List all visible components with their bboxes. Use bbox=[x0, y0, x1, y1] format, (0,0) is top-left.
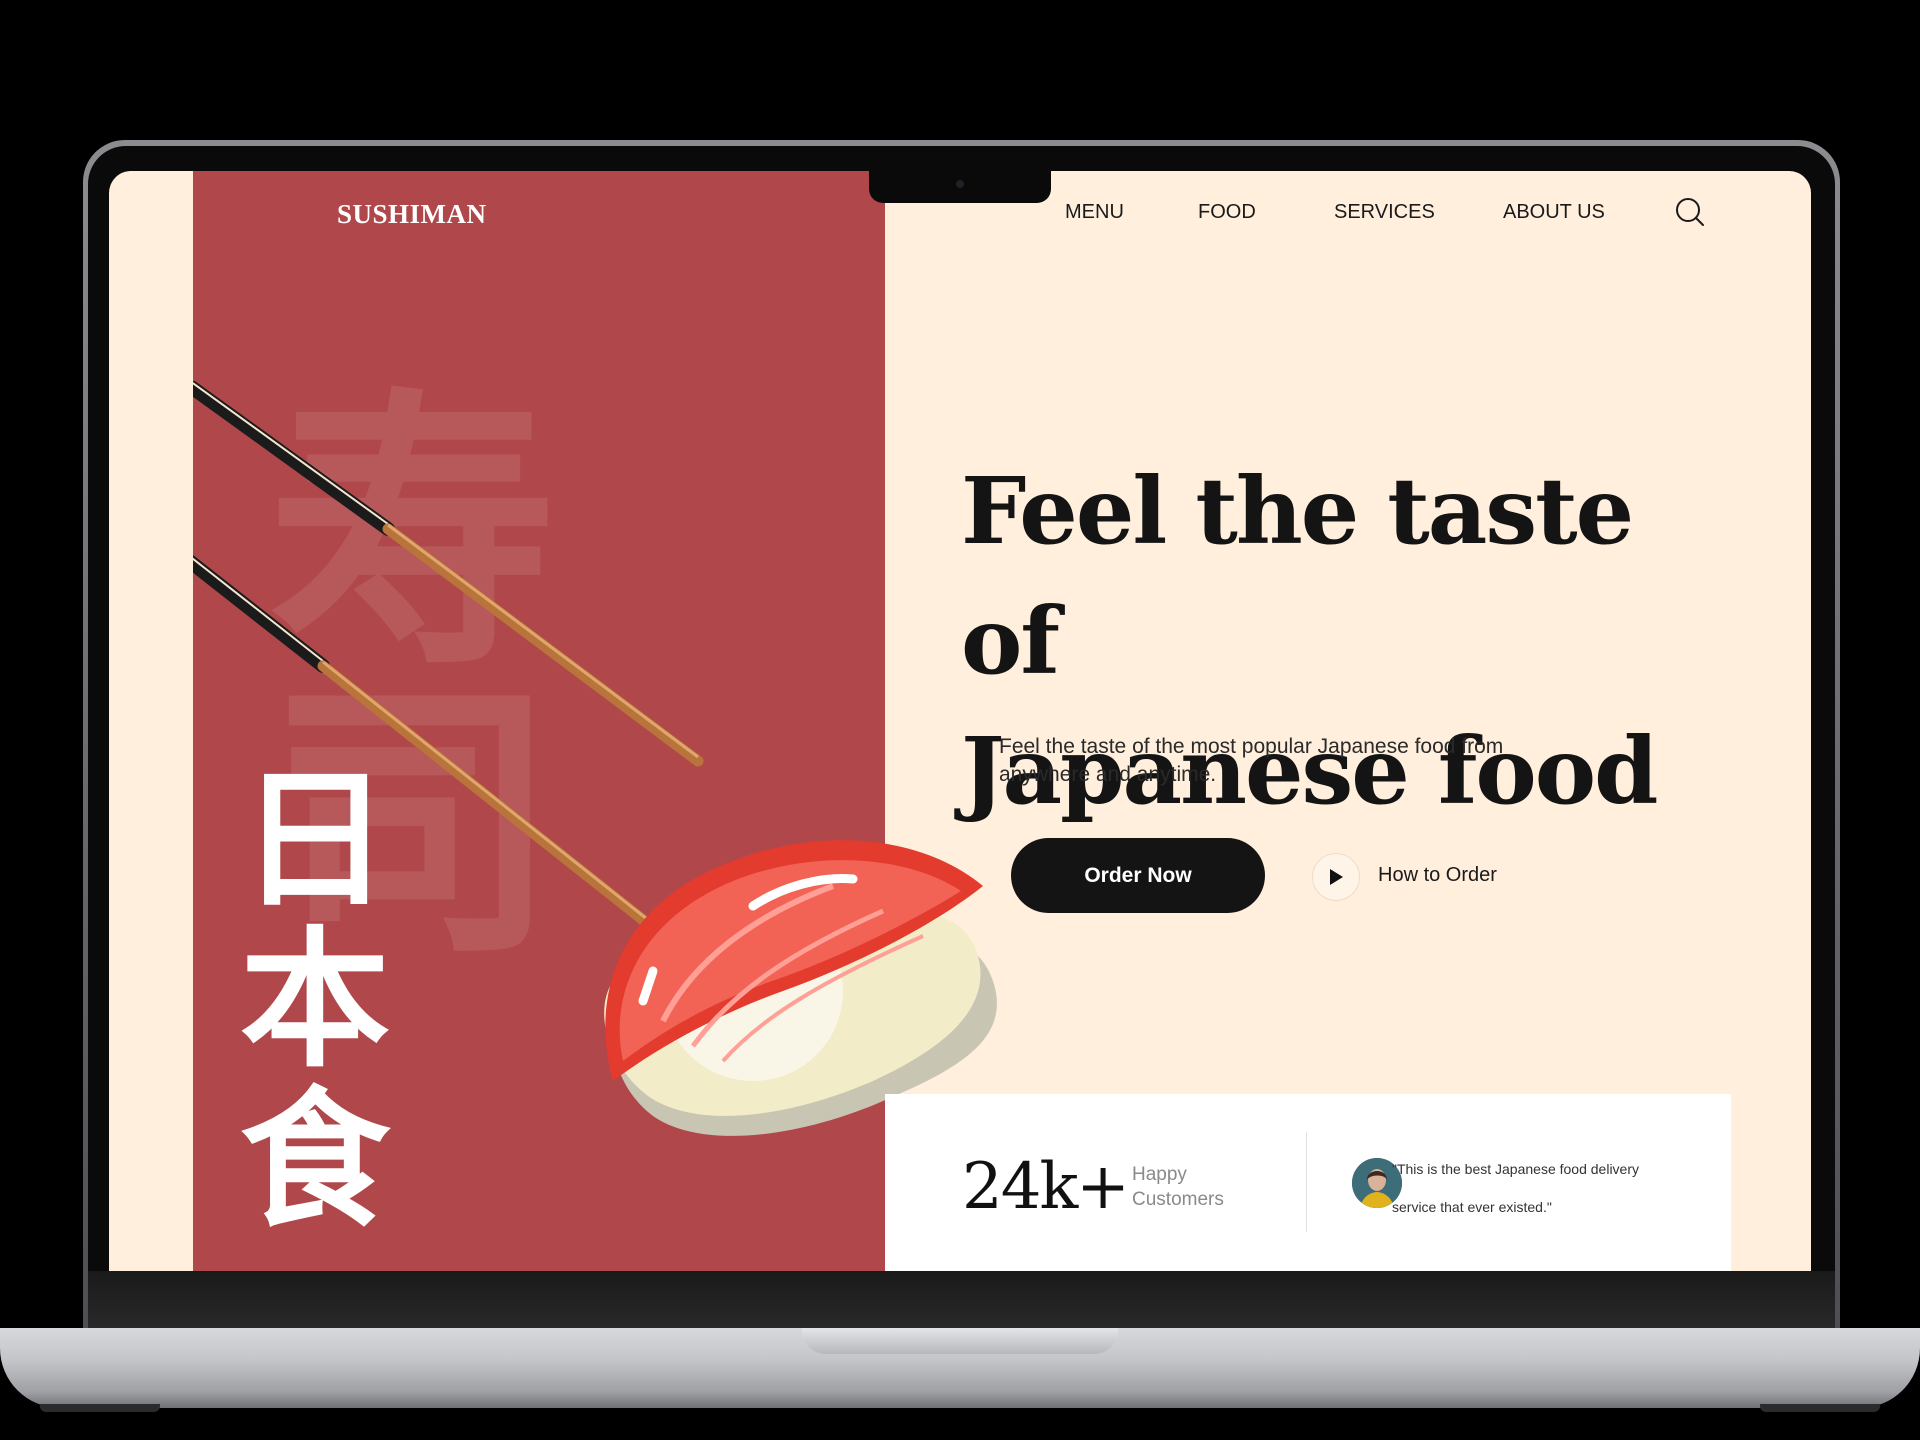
customer-label-line1: Happy bbox=[1132, 1164, 1187, 1185]
kanji-char: 日 bbox=[239, 754, 390, 928]
customer-label: Happy Customers bbox=[1132, 1162, 1252, 1212]
kanji-char: 本 bbox=[239, 914, 390, 1088]
hero-title-line1: Feel the taste of bbox=[961, 457, 1634, 695]
nav-food[interactable]: FOOD bbox=[1198, 201, 1256, 224]
laptop-foot-left bbox=[40, 1404, 160, 1412]
play-icon bbox=[1330, 869, 1343, 885]
brand-logo[interactable]: SUSHIMAN bbox=[337, 199, 487, 230]
hero-subtitle: Feel the taste of the most popular Japan… bbox=[999, 735, 1504, 786]
nav-services[interactable]: SERVICES bbox=[1334, 201, 1435, 224]
nav-about-us[interactable]: ABOUT US bbox=[1503, 201, 1605, 224]
customer-count: 24k+ bbox=[962, 1150, 1130, 1224]
stats-card: 24k+ Happy Customers "This is the best J… bbox=[885, 1094, 1731, 1271]
laptop-opening-notch bbox=[802, 1328, 1118, 1354]
play-button[interactable] bbox=[1312, 853, 1360, 901]
laptop-bottom-bezel bbox=[88, 1271, 1835, 1333]
laptop-foot-right bbox=[1760, 1404, 1880, 1412]
search-icon[interactable] bbox=[1674, 196, 1706, 228]
testimonial-quote: "This is the best Japanese food delivery… bbox=[1392, 1161, 1639, 1215]
website-screen: 寿 司 日 本 食 SUSHIMAN MENU FOOD SERVICES AB… bbox=[109, 171, 1811, 1271]
how-to-order-link[interactable]: How to Order bbox=[1378, 864, 1497, 887]
camera-dot bbox=[956, 180, 964, 188]
kanji-char: 食 bbox=[239, 1074, 390, 1248]
nav-menu[interactable]: MENU bbox=[1065, 201, 1124, 224]
camera-notch bbox=[869, 171, 1051, 203]
hero-red-panel: 寿 司 日 本 食 SUSHIMAN bbox=[193, 171, 885, 1271]
vertical-kanji: 日 本 食 bbox=[215, 761, 415, 1241]
divider bbox=[1306, 1132, 1307, 1232]
customer-label-line2: Customers bbox=[1132, 1189, 1224, 1210]
order-now-button[interactable]: Order Now bbox=[1011, 838, 1265, 913]
